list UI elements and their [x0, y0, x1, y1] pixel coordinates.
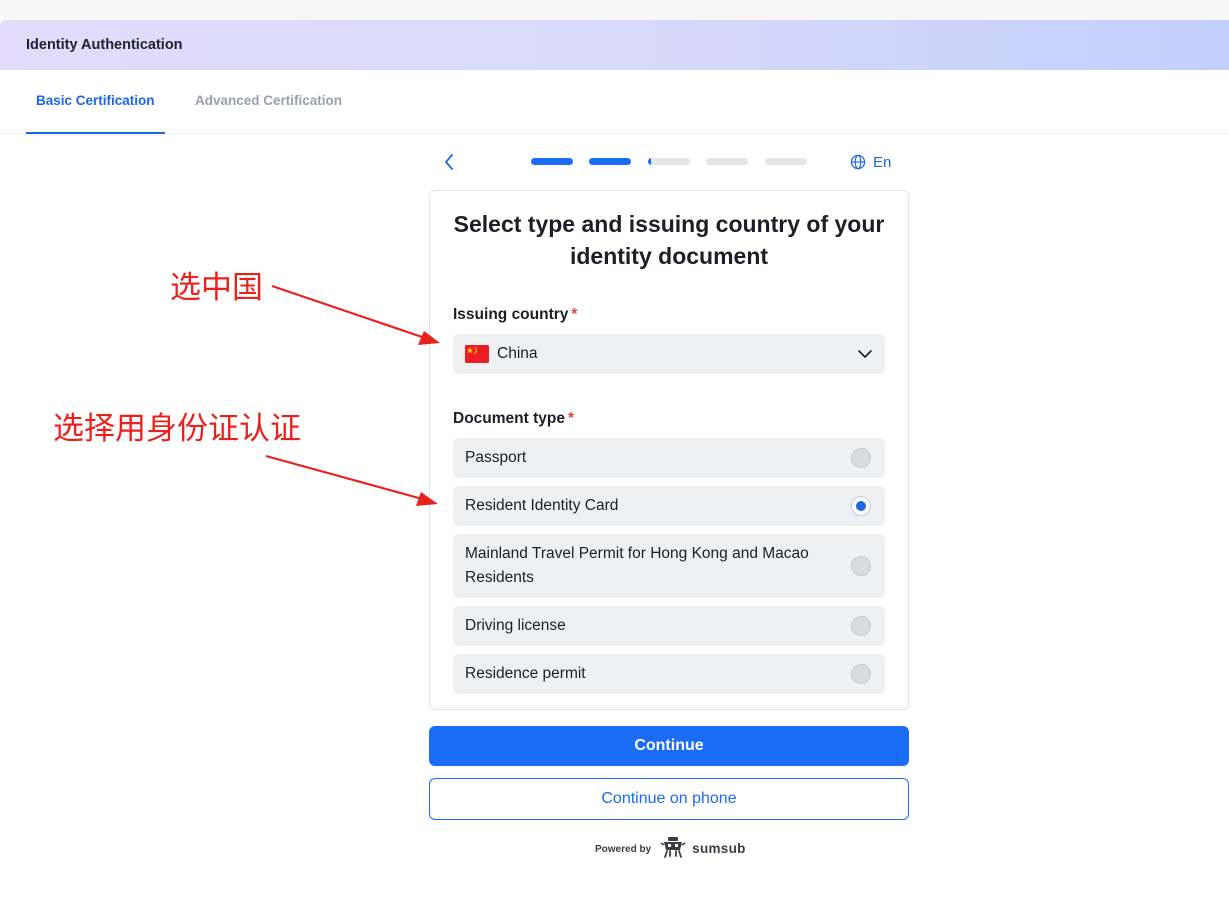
page-title: Identity Authentication	[26, 37, 183, 53]
issuing-country-value: China	[497, 345, 538, 362]
document-option-mainland-travel-permit[interactable]: Mainland Travel Permit for Hong Kong and…	[453, 534, 885, 598]
radio-button[interactable]	[851, 616, 871, 636]
powered-by-text: Powered by	[595, 844, 652, 855]
annotation-select-china: 选中国	[170, 270, 263, 306]
document-option-residence-permit[interactable]: Residence permit	[453, 654, 885, 694]
active-tab-indicator	[26, 132, 165, 134]
progress-segment	[589, 158, 631, 165]
document-type-label: Document type *	[453, 410, 574, 428]
language-switcher[interactable]: En	[850, 152, 891, 172]
option-label: Resident Identity Card	[465, 497, 619, 514]
language-label: En	[873, 153, 892, 171]
tab-advanced-certification[interactable]: Advanced Certification	[195, 93, 342, 108]
issuing-country-select[interactable]: China	[453, 334, 885, 374]
option-label: Passport	[465, 449, 527, 466]
progress-segment	[648, 158, 690, 165]
tab-bar: Basic Certification Advanced Certificati…	[0, 70, 1229, 134]
radio-button[interactable]	[851, 664, 871, 684]
progress-segment	[765, 158, 807, 165]
tab-basic-certification[interactable]: Basic Certification	[36, 93, 155, 108]
powered-by-footer: Powered by sumsub	[595, 836, 746, 860]
option-label: Mainland Travel Permit for Hong Kong and…	[465, 545, 809, 586]
top-strip	[0, 0, 1229, 20]
option-label: Driving license	[465, 617, 566, 634]
radio-button-selected[interactable]	[851, 496, 871, 516]
issuing-country-label: Issuing country *	[453, 306, 577, 324]
chevron-down-icon	[858, 350, 872, 358]
document-selection-card: Select type and issuing country of your …	[429, 190, 909, 710]
page-header: Identity Authentication	[0, 20, 1229, 70]
progress-segment	[531, 158, 573, 165]
chevron-left-icon	[445, 154, 453, 170]
continue-on-phone-button[interactable]: Continue on phone	[429, 778, 909, 820]
globe-icon	[850, 154, 866, 170]
continue-button[interactable]: Continue	[429, 726, 909, 766]
option-label: Residence permit	[465, 665, 586, 682]
radio-button[interactable]	[851, 448, 871, 468]
required-mark: *	[567, 410, 575, 427]
card-title: Select type and issuing country of your …	[453, 211, 885, 269]
china-flag-icon	[465, 345, 489, 363]
document-type-label-text: Document type	[453, 410, 565, 427]
issuing-country-label-text: Issuing country	[453, 306, 569, 323]
required-mark: *	[571, 306, 578, 323]
document-option-resident-identity-card[interactable]: Resident Identity Card	[453, 486, 885, 526]
sumsub-brand: sumsub	[692, 840, 746, 856]
radio-button[interactable]	[851, 556, 871, 576]
annotation-select-id-card: 选择用身份证认证	[53, 411, 301, 447]
sumsub-logo-icon	[660, 837, 686, 858]
back-button[interactable]	[441, 152, 459, 172]
document-option-driving-license[interactable]: Driving license	[453, 606, 885, 646]
arrow-to-country-select	[271, 284, 440, 345]
document-option-passport[interactable]: Passport	[453, 438, 885, 478]
arrow-to-id-card-option	[265, 454, 438, 506]
progress-segment	[706, 158, 748, 165]
